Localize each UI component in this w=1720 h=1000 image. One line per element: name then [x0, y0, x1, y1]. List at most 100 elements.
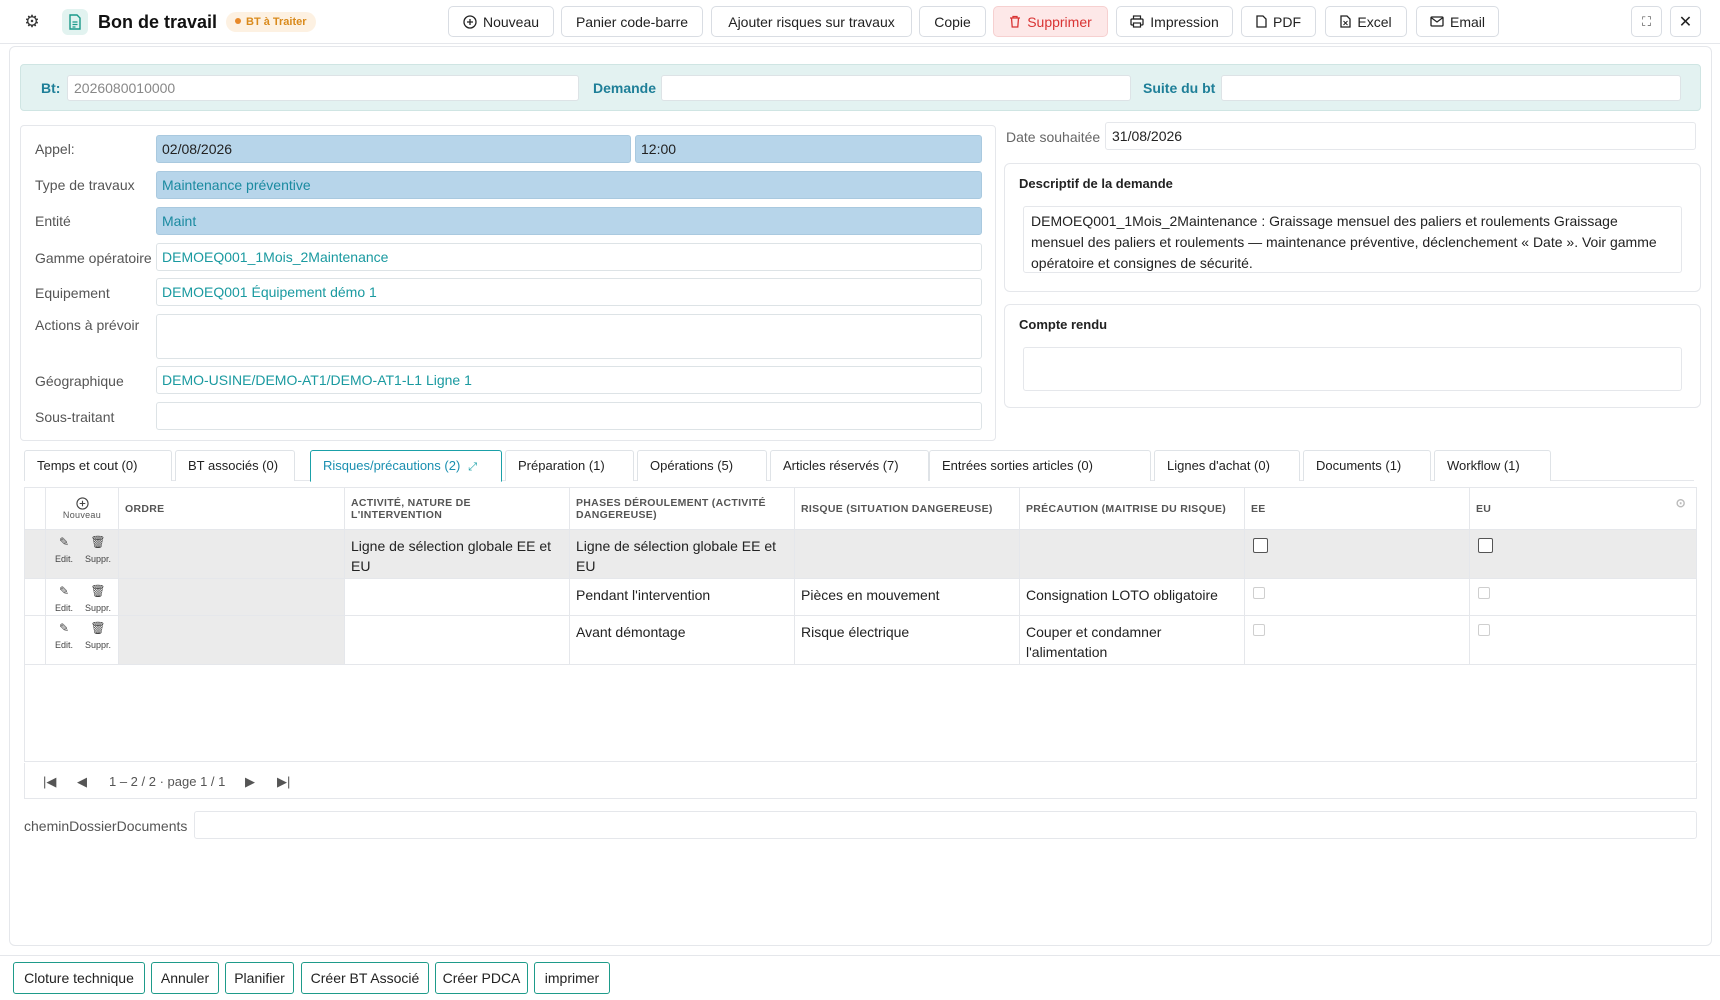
edit-button[interactable]: ✎ Edit. [48, 622, 80, 655]
first-page-icon[interactable]: |◀ [43, 774, 56, 790]
excel-file-icon [1340, 15, 1352, 28]
grid-new-button[interactable]: Nouveau [46, 488, 119, 530]
plus-circle-icon [463, 14, 477, 29]
chemin-dossier-field[interactable] [194, 811, 1697, 839]
cell-ee [1245, 616, 1470, 664]
eu-checkbox[interactable] [1478, 624, 1490, 636]
edit-button[interactable]: ✎ Edit. [48, 585, 80, 618]
tab-entrees-sorties[interactable]: Entrées sorties articles (0) [929, 450, 1151, 481]
cell-eu [1470, 579, 1696, 615]
email-button[interactable]: Email [1416, 6, 1499, 37]
trash-icon: 🗑 [90, 621, 106, 635]
col-eu-label: EU [1476, 502, 1492, 515]
cell-eu [1470, 616, 1696, 664]
edit-button[interactable]: ✎ Edit. [48, 536, 80, 569]
tab-risques-precautions[interactable]: Risques/précautions (2) ⤢ [310, 450, 502, 482]
sous-traitant-field[interactable] [156, 402, 982, 430]
delete-row-button[interactable]: 🗑 Suppr. [82, 622, 114, 655]
actions-field[interactable] [156, 314, 982, 359]
trash-icon: 🗑 [90, 535, 106, 549]
sous-traitant-label: Sous-traitant [35, 409, 115, 425]
suite-bt-label: Suite du bt [1143, 80, 1216, 96]
tab-articles-reserves[interactable]: Articles réservés (7) [770, 450, 929, 481]
ee-checkbox[interactable] [1253, 538, 1268, 553]
eu-checkbox[interactable] [1478, 587, 1490, 599]
table-row[interactable]: ✎ Edit. 🗑 Suppr. Ligne de sélection global… [25, 530, 1696, 579]
settings-gear-icon[interactable]: ⚙ [22, 12, 42, 32]
demande-field[interactable] [661, 75, 1131, 101]
delete-button[interactable]: Supprimer [993, 6, 1108, 37]
cloture-technique-button[interactable]: Cloture technique [13, 962, 145, 994]
col-ee[interactable]: EE [1245, 488, 1470, 530]
imprimer-button[interactable]: imprimer [534, 962, 610, 994]
column-settings-icon[interactable]: ⊙ [1676, 496, 1686, 510]
col-phases[interactable]: Phases déroulement (activité dangereuse) [570, 488, 795, 530]
cell-risque: Pièces en mouvement [795, 579, 1020, 615]
last-page-icon[interactable]: ▶| [277, 774, 290, 790]
bt-header-strip: Bt: 2026080010000 Demande Suite du bt [20, 64, 1701, 111]
equipement-label: Equipement [35, 285, 110, 301]
cell-risque [795, 530, 1020, 578]
grid-header-spacer [25, 488, 46, 530]
close-icon[interactable]: ✕ [1670, 6, 1701, 37]
excel-button[interactable]: Excel [1325, 6, 1407, 37]
cell-precaution: Consignation LOTO obligatoire [1020, 579, 1245, 615]
tab-workflow[interactable]: Workflow (1) [1434, 450, 1551, 481]
row-spacer [25, 530, 46, 578]
col-precaution[interactable]: Précaution (maitrise du risque) [1020, 488, 1245, 530]
compte-rendu-text[interactable] [1023, 347, 1682, 391]
delete-button-label: Supprimer [1027, 13, 1092, 30]
chemin-dossier-label: cheminDossierDocuments [24, 818, 188, 834]
fullscreen-icon[interactable]: ⛶ [1631, 6, 1662, 37]
creer-bt-associe-button[interactable]: Créer BT Associé [301, 962, 429, 994]
date-souhaitee-field[interactable]: 31/08/2026 [1105, 122, 1696, 150]
entite-field[interactable]: Maint [156, 207, 982, 235]
edit-label: Edit. [54, 640, 73, 650]
barcode-cart-button[interactable]: Panier code-barre [561, 6, 703, 37]
new-button[interactable]: Nouveau [448, 6, 554, 37]
pdf-button[interactable]: PDF [1241, 6, 1316, 37]
creer-pdca-button[interactable]: Créer PDCA [435, 962, 528, 994]
tab-preparation[interactable]: Préparation (1) [505, 450, 634, 481]
equipement-field[interactable]: DEMOEQ001 Équipement démo 1 [156, 278, 982, 306]
gamme-field[interactable]: DEMOEQ001_1Mois_2Maintenance [156, 243, 982, 271]
print-button[interactable]: Impression [1116, 6, 1233, 37]
prev-page-icon[interactable]: ◀ [77, 774, 87, 790]
col-ordre[interactable]: Ordre [119, 488, 345, 530]
delete-row-button[interactable]: 🗑 Suppr. [82, 585, 114, 618]
delete-row-button[interactable]: 🗑 Suppr. [82, 536, 114, 569]
ee-checkbox[interactable] [1253, 587, 1265, 599]
geographique-field[interactable]: DEMO-USINE/DEMO-AT1/DEMO-AT1-L1 Ligne 1 [156, 366, 982, 394]
appel-time-field[interactable]: 12:00 [635, 135, 982, 163]
appel-date-field[interactable]: 02/08/2026 [156, 135, 631, 163]
tab-documents[interactable]: Documents (1) [1303, 450, 1431, 481]
tab-operations[interactable]: Opérations (5) [637, 450, 767, 481]
tab-lignes-achat[interactable]: Lignes d'achat (0) [1154, 450, 1300, 481]
col-activite[interactable]: Activité, nature de l'intervention [345, 488, 570, 530]
cell-ee [1245, 530, 1470, 578]
table-row[interactable]: ✎ Edit. 🗑 Suppr. Pendant l'intervention Pi… [25, 579, 1696, 616]
ee-checkbox[interactable] [1253, 624, 1265, 636]
col-eu[interactable]: EU ⊙ [1470, 488, 1696, 530]
cell-precaution: Couper et condamner l'alimentation [1020, 616, 1245, 664]
add-work-risks-button[interactable]: Ajouter risques sur travaux [711, 6, 912, 37]
cell-phases: Pendant l'intervention [570, 579, 795, 615]
planifier-button[interactable]: Planifier [225, 962, 294, 994]
eu-checkbox[interactable] [1478, 538, 1493, 553]
tab-temps-cout[interactable]: Temps et cout (0) [24, 450, 172, 481]
descriptif-text[interactable]: DEMOEQ001_1Mois_2Maintenance : Graissage… [1023, 206, 1682, 273]
expand-arrow-icon[interactable]: ⤢ [468, 461, 477, 473]
col-risque[interactable]: Risque (situation dangereuse) [795, 488, 1020, 530]
bt-number-field[interactable]: 2026080010000 [67, 75, 579, 101]
table-row[interactable]: ✎ Edit. 🗑 Suppr. Avant démontage Risque él… [25, 616, 1696, 665]
cell-ordre [119, 579, 345, 615]
excel-button-label: Excel [1357, 13, 1392, 30]
compte-rendu-title: Compte rendu [1019, 317, 1108, 332]
annuler-button[interactable]: Annuler [151, 962, 219, 994]
copy-button[interactable]: Copie [919, 6, 986, 37]
descriptif-card: Descriptif de la demande DEMOEQ001_1Mois… [1004, 163, 1701, 292]
tab-bt-associes[interactable]: BT associés (0) [175, 450, 295, 481]
next-page-icon[interactable]: ▶ [245, 774, 255, 790]
type-travaux-field[interactable]: Maintenance préventive [156, 171, 982, 199]
suite-bt-field[interactable] [1221, 75, 1681, 101]
